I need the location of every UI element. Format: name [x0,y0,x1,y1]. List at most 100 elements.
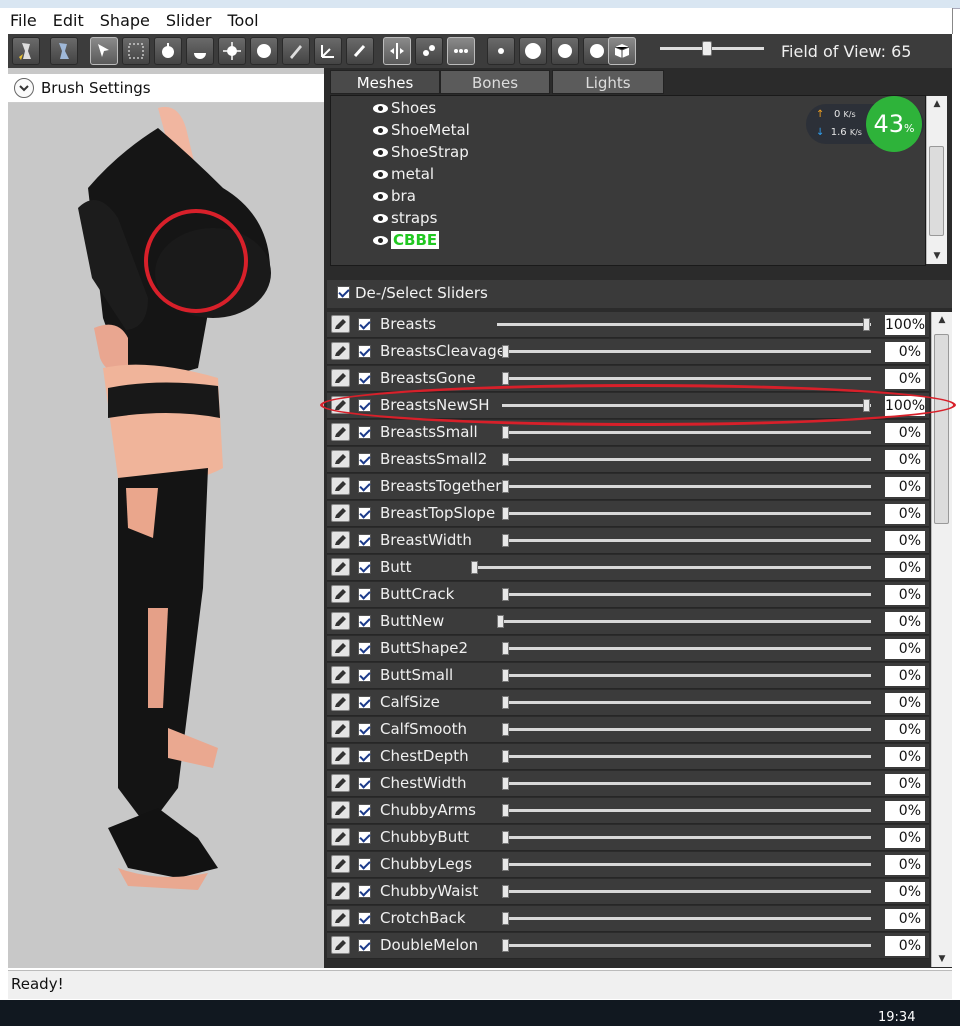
slider-track[interactable] [502,647,871,650]
edit-slider-pencil-icon[interactable] [331,585,350,603]
menu-file[interactable]: File [0,8,43,30]
scroll-thumb[interactable] [934,334,949,524]
tab-bones[interactable]: Bones [440,70,550,94]
shade-flat-icon[interactable] [551,37,579,65]
slider-value-field[interactable]: 0% [885,423,925,443]
edit-slider-pencil-icon[interactable] [331,855,350,873]
slider-thumb[interactable] [502,642,509,655]
slider-enable-checkbox[interactable] [358,723,371,736]
slider-value-field[interactable]: 0% [885,720,925,740]
slider-enable-checkbox[interactable] [358,939,371,952]
mesh-list-item[interactable]: straps [372,207,437,229]
chevron-down-icon[interactable] [14,78,34,98]
tab-lights[interactable]: Lights [552,70,664,94]
slider-track[interactable] [502,485,871,488]
edit-slider-pencil-icon[interactable] [331,558,350,576]
slider-thumb[interactable] [502,426,509,439]
slider-thumb[interactable] [502,723,509,736]
edit-slider-pencil-icon[interactable] [331,504,350,522]
slider-value-field[interactable]: 0% [885,369,925,389]
slider-track[interactable] [502,755,871,758]
menu-shape[interactable]: Shape [90,8,156,30]
slider-track[interactable] [502,674,871,677]
mask-brush-icon[interactable] [122,37,150,65]
slider-enable-checkbox[interactable] [358,858,371,871]
mesh-list-scrollbar[interactable]: ▲ ▼ [926,96,947,264]
visibility-eye-icon[interactable] [372,235,389,246]
mesh-list-item[interactable]: CBBE [372,229,440,251]
slider-enable-checkbox[interactable] [358,804,371,817]
slider-track[interactable] [502,512,871,515]
edit-slider-pencil-icon[interactable] [331,315,350,333]
edit-slider-pencil-icon[interactable] [331,774,350,792]
slider-thumb[interactable] [502,453,509,466]
slider-enable-checkbox[interactable] [358,372,371,385]
slider-value-field[interactable]: 100% [885,396,925,416]
slider-enable-checkbox[interactable] [358,318,371,331]
mesh-list-item[interactable]: Shoes [372,97,436,119]
slider-enable-checkbox[interactable] [358,777,371,790]
fov-slider-thumb[interactable] [702,41,712,56]
slider-enable-checkbox[interactable] [358,399,371,412]
slider-value-field[interactable]: 0% [885,477,925,497]
slider-value-field[interactable]: 0% [885,774,925,794]
slider-value-field[interactable]: 100% [885,315,925,335]
slider-enable-checkbox[interactable] [358,750,371,763]
edit-slider-pencil-icon[interactable] [331,639,350,657]
slider-enable-checkbox[interactable] [358,561,371,574]
edit-slider-pencil-icon[interactable] [331,882,350,900]
transform-icon[interactable] [314,37,342,65]
slider-thumb[interactable] [502,858,509,871]
edit-slider-pencil-icon[interactable] [331,828,350,846]
edit-slider-pencil-icon[interactable] [331,423,350,441]
shade-point-icon[interactable] [487,37,515,65]
slider-thumb[interactable] [502,588,509,601]
slider-thumb[interactable] [863,318,870,331]
weight-brush-icon[interactable] [282,37,310,65]
slider-thumb[interactable] [502,777,509,790]
slider-value-field[interactable]: 0% [885,882,925,902]
menu-slider[interactable]: Slider [156,8,218,30]
slider-value-field[interactable]: 0% [885,936,925,956]
slider-value-field[interactable]: 0% [885,801,925,821]
slider-thumb[interactable] [502,831,509,844]
edit-slider-pencil-icon[interactable] [331,531,350,549]
slider-value-field[interactable]: 0% [885,612,925,632]
slider-value-field[interactable]: 0% [885,747,925,767]
slider-track[interactable] [471,566,871,569]
slider-value-field[interactable]: 0% [885,585,925,605]
slider-track[interactable] [502,728,871,731]
slider-enable-checkbox[interactable] [358,912,371,925]
slider-enable-checkbox[interactable] [358,696,371,709]
deselect-all-checkbox[interactable] [337,286,350,299]
reference-icon-button[interactable] [50,37,78,65]
inflate-brush-icon[interactable] [154,37,182,65]
xmirror-icon[interactable] [383,37,411,65]
slider-thumb[interactable] [502,480,509,493]
menu-tool[interactable]: Tool [218,8,265,30]
slider-enable-checkbox[interactable] [358,534,371,547]
tab-meshes[interactable]: Meshes [330,70,440,94]
visibility-eye-icon[interactable] [372,125,389,136]
outfit-icon-button[interactable] [12,37,40,65]
slider-value-field[interactable]: 0% [885,855,925,875]
scroll-down-arrow-icon[interactable]: ▼ [932,951,952,967]
slider-enable-checkbox[interactable] [358,615,371,628]
slider-value-field[interactable]: 0% [885,450,925,470]
viewport-panel[interactable] [8,68,324,968]
slider-track[interactable] [502,809,871,812]
visibility-eye-icon[interactable] [372,191,389,202]
slider-enable-checkbox[interactable] [358,588,371,601]
slider-enable-checkbox[interactable] [358,669,371,682]
move-brush-icon[interactable] [218,37,246,65]
slider-track[interactable] [502,944,871,947]
edit-slider-pencil-icon[interactable] [331,666,350,684]
visibility-eye-icon[interactable] [372,169,389,180]
cube-view-icon[interactable] [608,37,636,65]
slider-track[interactable] [497,323,871,326]
connected-icon[interactable] [415,37,443,65]
slider-thumb[interactable] [502,372,509,385]
slider-track[interactable] [502,917,871,920]
mesh-list-item[interactable]: bra [372,185,416,207]
visibility-eye-icon[interactable] [372,147,389,158]
